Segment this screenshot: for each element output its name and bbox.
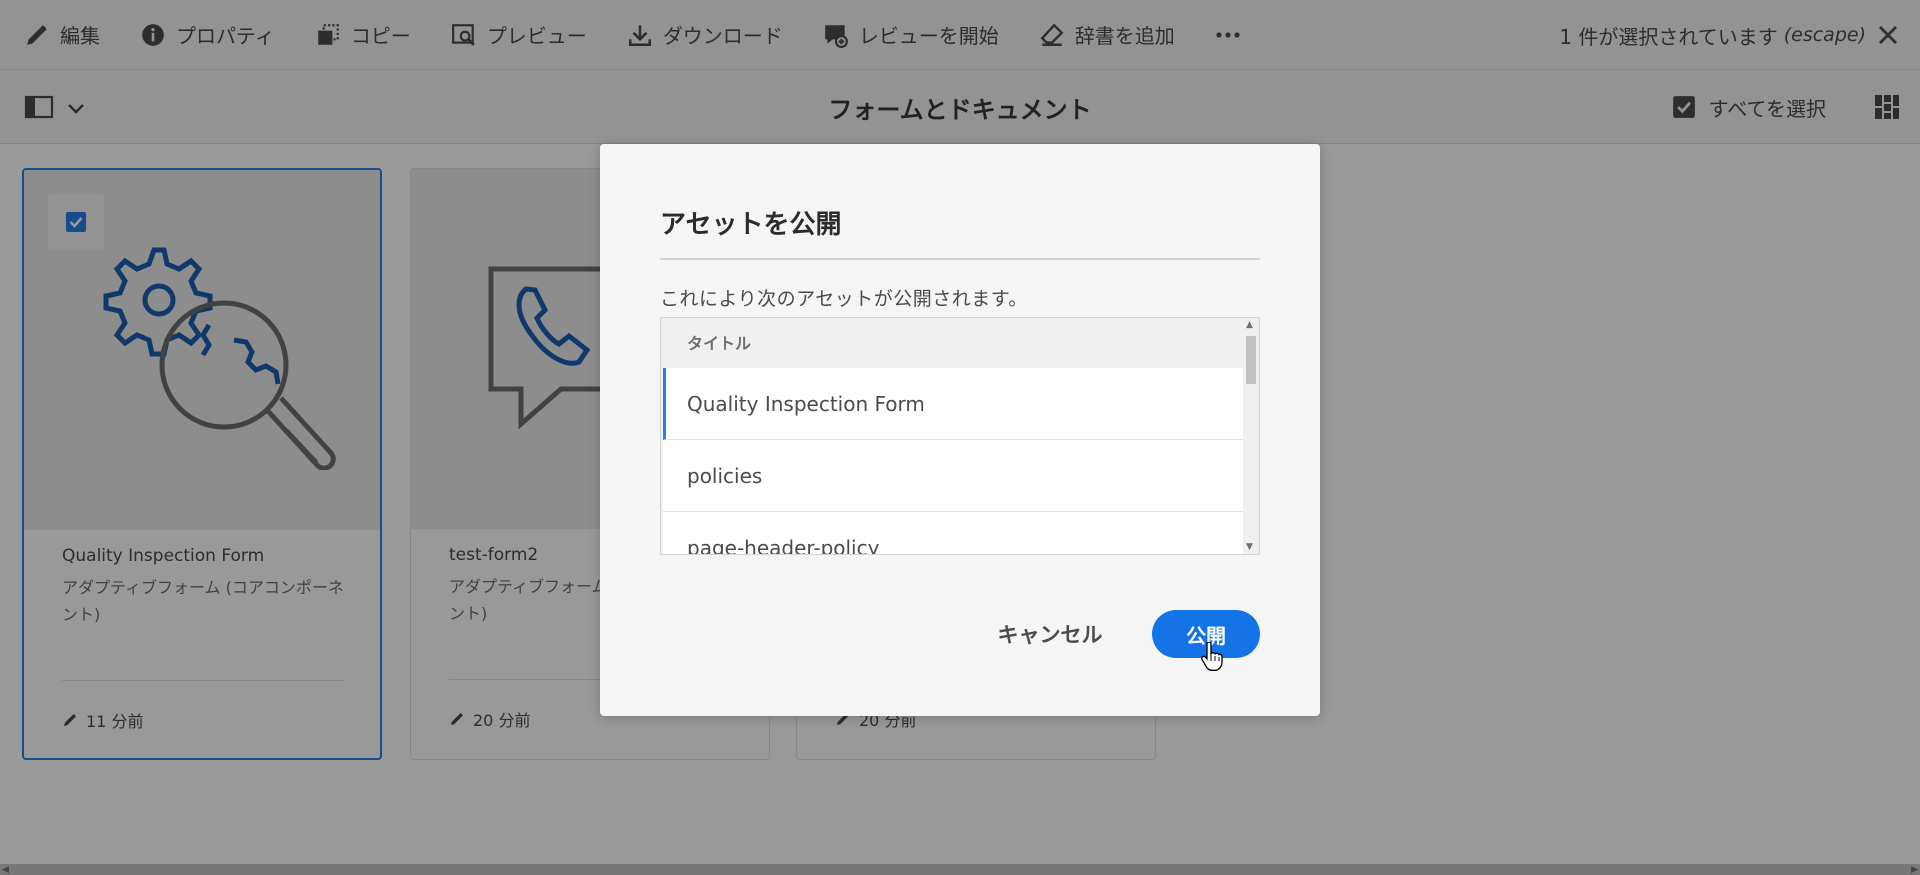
table-header-title: タイトル — [687, 334, 752, 353]
table-row-title: policies — [687, 463, 763, 488]
dialog-title: アセットを公開 — [660, 210, 842, 240]
table-row[interactable]: Quality Inspection Form — [663, 368, 1243, 440]
cancel-button[interactable]: キャンセル — [980, 610, 1120, 658]
hand-cursor-icon — [1201, 642, 1223, 671]
table-row[interactable]: page-header-policy — [663, 512, 1243, 555]
scroll-down-icon[interactable]: ▼ — [1246, 542, 1253, 552]
dialog-description: これにより次のアセットが公開されます。 — [660, 288, 1028, 310]
scrollbar-thumb[interactable] — [1246, 336, 1256, 384]
dialog-divider — [660, 258, 1260, 260]
table-row-title: page-header-policy — [687, 535, 880, 555]
table-scrollbar[interactable]: ▲ ▼ — [1243, 318, 1259, 554]
table-row[interactable]: policies — [663, 440, 1243, 512]
publish-dialog: アセットを公開 これにより次のアセットが公開されます。 タイトル Quality… — [600, 144, 1320, 716]
scroll-up-icon[interactable]: ▲ — [1246, 320, 1253, 330]
table-row-title: Quality Inspection Form — [687, 391, 925, 416]
asset-table: タイトル Quality Inspection Form policies pa… — [660, 317, 1260, 555]
